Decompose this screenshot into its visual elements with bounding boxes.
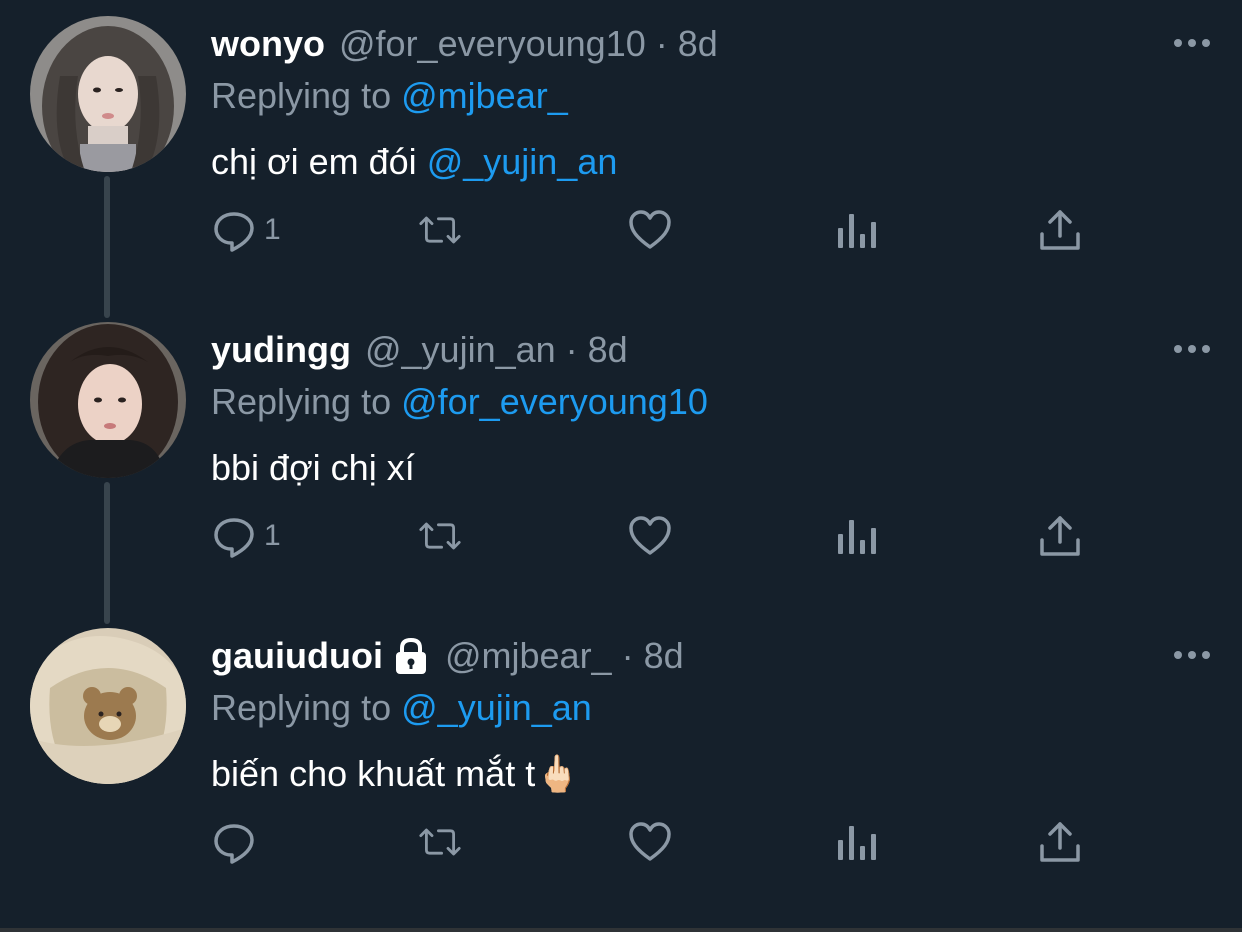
tweet-text: bbi đợi chị xí: [211, 446, 415, 490]
retweet-icon: [419, 522, 461, 550]
user-handle[interactable]: @for_everyoung10: [339, 22, 646, 66]
retweet-icon: [419, 216, 461, 244]
share-upload-icon: [1040, 210, 1080, 250]
replying-to-mention[interactable]: @_yujin_an: [401, 687, 592, 728]
tweet-text-content: bbi đợi chị xí: [211, 447, 415, 488]
replying-to-line: Replying to @_yujin_an: [211, 686, 592, 730]
tweet-item[interactable]: gauiuduoi @mjbear_ · 8d Replying to @_yu…: [0, 612, 1242, 918]
bottom-divider: [0, 928, 1242, 932]
like-button[interactable]: [626, 202, 674, 258]
retweet-button[interactable]: [416, 202, 464, 258]
like-button[interactable]: [626, 508, 674, 564]
lock-icon: [395, 637, 426, 674]
analytics-button[interactable]: [832, 508, 880, 564]
timestamp[interactable]: 8d: [588, 328, 628, 372]
display-name[interactable]: gauiuduoi: [211, 634, 383, 678]
reply-count: 1: [264, 519, 281, 552]
retweet-button[interactable]: [416, 814, 464, 870]
tweet-actions: [210, 814, 1110, 870]
share-button[interactable]: [1036, 508, 1084, 564]
heart-icon: [629, 516, 671, 555]
display-name[interactable]: wonyo: [211, 22, 325, 66]
retweet-icon: [419, 828, 461, 856]
analytics-bars-icon: [838, 214, 876, 248]
user-handle[interactable]: @_yujin_an: [365, 328, 556, 372]
separator-dot: ·: [565, 329, 578, 370]
tweet-actions: 1: [210, 508, 1110, 564]
tweet-item[interactable]: wonyo @for_everyoung10 · 8d Replying to …: [0, 0, 1242, 306]
timestamp[interactable]: 8d: [644, 634, 684, 678]
reply-bubble-icon: [214, 824, 254, 864]
avatar[interactable]: [30, 628, 186, 784]
heart-icon: [629, 210, 671, 249]
reply-button[interactable]: [210, 814, 264, 870]
tweet-text: biến cho khuất mắt t🖕🏻: [211, 752, 580, 796]
tweet-header: yudingg @_yujin_an · 8d: [211, 328, 628, 372]
timestamp[interactable]: 8d: [678, 22, 718, 66]
replying-to-mention[interactable]: @for_everyoung10: [401, 381, 708, 422]
tweet-header: wonyo @for_everyoung10 · 8d: [211, 22, 718, 66]
replying-to-mention[interactable]: @mjbear_: [401, 75, 568, 116]
text-mention[interactable]: @_yujin_an: [427, 141, 618, 182]
reply-button[interactable]: 1: [210, 202, 281, 258]
more-horizontal-icon[interactable]: [1172, 336, 1212, 362]
more-horizontal-icon[interactable]: [1172, 642, 1212, 668]
tweet-item[interactable]: yudingg @_yujin_an · 8d Replying to @for…: [0, 306, 1242, 612]
analytics-button[interactable]: [832, 202, 880, 258]
reply-bubble-icon: [214, 212, 254, 252]
separator-dot: ·: [621, 635, 634, 676]
heart-icon: [629, 822, 671, 861]
replying-to-line: Replying to @for_everyoung10: [211, 380, 708, 424]
tweet-text-content: biến cho khuất mắt t: [211, 753, 536, 794]
reply-bubble-icon: [214, 518, 254, 558]
tweet-header: gauiuduoi @mjbear_ · 8d: [211, 634, 684, 678]
replying-prefix: Replying to: [211, 75, 392, 116]
replying-prefix: Replying to: [211, 687, 392, 728]
share-button[interactable]: [1036, 202, 1084, 258]
analytics-bars-icon: [838, 826, 876, 860]
replying-to-line: Replying to @mjbear_: [211, 74, 568, 118]
separator-dot: ·: [655, 23, 668, 64]
avatar[interactable]: [30, 322, 186, 478]
analytics-bars-icon: [838, 520, 876, 554]
share-upload-icon: [1040, 516, 1080, 556]
avatar[interactable]: [30, 16, 186, 172]
emoji: 🖕🏻: [535, 753, 581, 794]
reply-button[interactable]: 1: [210, 508, 281, 564]
tweet-actions: 1: [210, 202, 1110, 258]
like-button[interactable]: [626, 814, 674, 870]
reply-count: 1: [264, 213, 281, 246]
more-horizontal-icon[interactable]: [1172, 30, 1212, 56]
retweet-button[interactable]: [416, 508, 464, 564]
replying-prefix: Replying to: [211, 381, 392, 422]
analytics-button[interactable]: [832, 814, 880, 870]
share-upload-icon: [1040, 822, 1080, 862]
display-name[interactable]: yudingg: [211, 328, 351, 372]
share-button[interactable]: [1036, 814, 1084, 870]
tweet-text-content: chị ơi em đói: [211, 141, 427, 182]
user-handle[interactable]: @mjbear_: [445, 634, 612, 678]
tweet-text: chị ơi em đói @_yujin_an: [211, 140, 617, 184]
